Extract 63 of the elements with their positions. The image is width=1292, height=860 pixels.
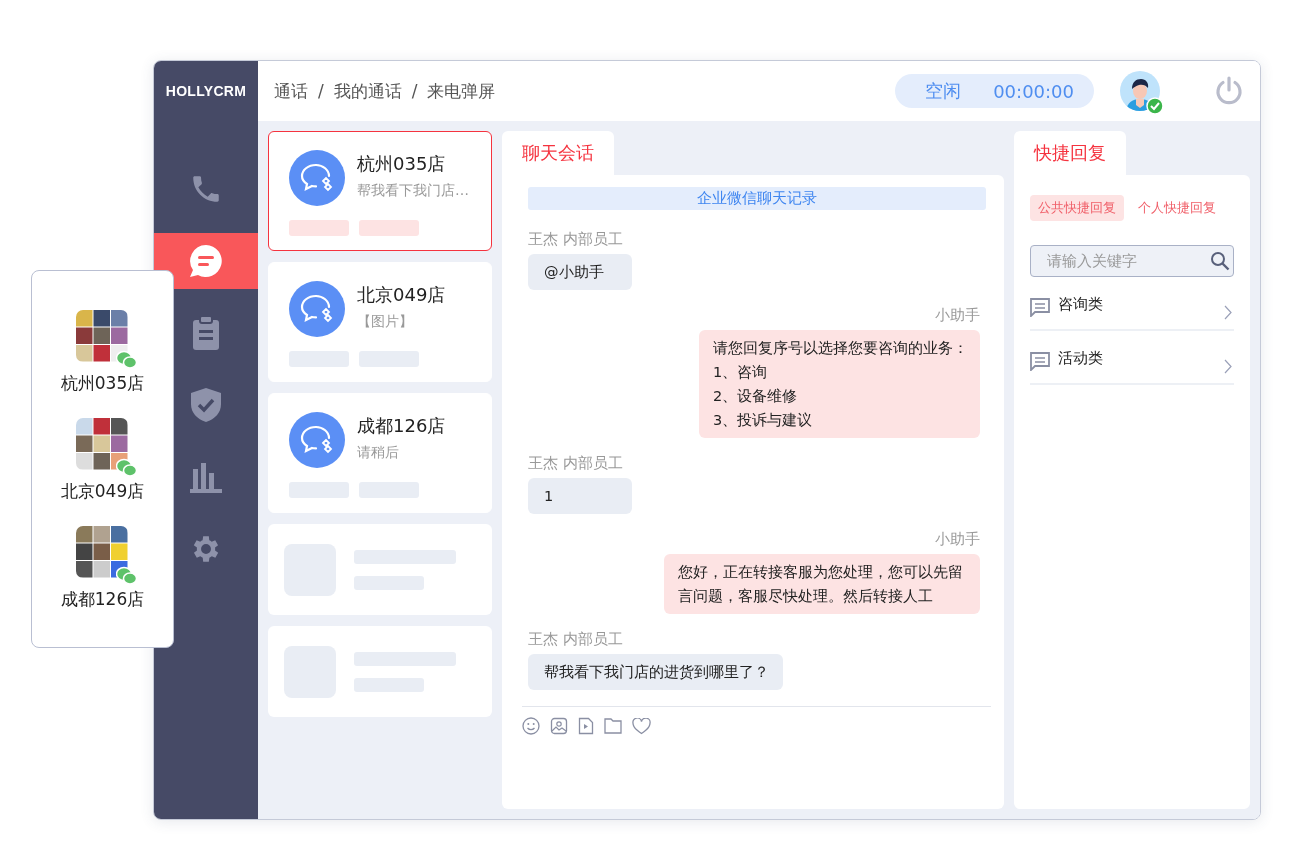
wechat-icon — [116, 458, 139, 478]
contact-name: 杭州035店 — [357, 152, 447, 176]
message-bubble: 1 — [528, 478, 632, 514]
panel-tab[interactable]: 聊天会话 — [502, 131, 614, 175]
search-icon[interactable] — [1210, 251, 1230, 271]
emoji-icon[interactable] — [522, 717, 540, 735]
shield-check-icon — [191, 388, 221, 422]
chat-history-banner: 企业微信聊天记录 — [528, 187, 986, 210]
image-icon[interactable] — [550, 717, 568, 735]
chevron-right-icon — [1224, 358, 1232, 374]
group-name[interactable]: 北京049店 — [60, 480, 145, 503]
contact-card[interactable]: 北京049店 【图片】 — [268, 262, 492, 382]
power-icon[interactable] — [1214, 76, 1244, 106]
message-icon — [1030, 351, 1050, 371]
chevron-right-icon — [1224, 304, 1232, 320]
category-item[interactable]: 咨询类 — [1030, 285, 1234, 331]
group-name[interactable]: 成都126店 — [60, 588, 145, 611]
breadcrumb-item[interactable]: 通话 — [274, 79, 308, 103]
avatar-icon[interactable] — [1120, 71, 1160, 111]
status-label: 空闲 — [925, 79, 962, 103]
group-photo-placeholder — [76, 526, 129, 578]
contact-card[interactable]: 成都126店 请稍后 — [268, 393, 492, 513]
contact-name: 成都126店 — [357, 414, 446, 438]
call-timer: 00:00:00 — [993, 80, 1074, 102]
wechat-icon — [116, 350, 139, 370]
folder-icon[interactable] — [604, 718, 622, 734]
chat-bubble-icon — [289, 150, 345, 206]
breadcrumb-separator: / — [411, 81, 418, 101]
clipboard-icon — [190, 316, 222, 350]
message-preview: 请稍后 — [357, 444, 400, 462]
message-bubble: 请您回复序号以选择您要咨询的业务： 1、咨询 2、设备维修 3、投诉与建议 — [699, 330, 980, 438]
message-preview: 【图片】 — [357, 313, 414, 331]
category-item[interactable]: 活动类 — [1030, 339, 1234, 385]
contact-name: 北京049店 — [357, 283, 446, 307]
sender-name: 小助手 — [935, 306, 980, 325]
logo-text: HOLLYCRM — [165, 83, 247, 99]
message-icon — [1030, 297, 1050, 317]
search-field[interactable]: 请输入关键字 — [1030, 245, 1234, 277]
tag-placeholder — [359, 220, 419, 236]
wechat-icon — [116, 566, 139, 586]
group-name[interactable]: 杭州035店 — [60, 372, 145, 395]
breadcrumb-item[interactable]: 我的通话 — [333, 79, 402, 103]
sender-name: 王杰 内部员工 — [528, 230, 623, 249]
breadcrumb-item[interactable]: 来电弹屏 — [427, 79, 496, 103]
message-bubble: @小助手 — [528, 254, 632, 290]
group-photo-placeholder — [76, 310, 129, 362]
sender-name: 小助手 — [935, 530, 980, 549]
tag-placeholder — [289, 220, 349, 236]
sender-name: 王杰 内部员工 — [528, 454, 623, 473]
message-preview: 帮我看下我门店… — [357, 182, 469, 200]
chat-bubble-icon — [289, 412, 345, 468]
group-photo-placeholder — [76, 418, 129, 470]
video-file-icon[interactable] — [578, 717, 594, 735]
chat-bubble-icon — [289, 281, 345, 337]
message-bubble: 您好，正在转接客服为您处理，您可以先留言问题，客服尽快处理。然后转接人工 — [664, 554, 980, 614]
breadcrumb-separator: / — [318, 81, 324, 101]
message-bubble: 帮我看下我门店的进货到哪里了？ — [528, 654, 783, 690]
chat-icon — [188, 243, 224, 279]
contact-card[interactable]: 杭州035店 帮我看下我门店… — [268, 131, 492, 251]
bar-chart-icon — [190, 461, 222, 493]
sender-name: 王杰 内部员工 — [528, 630, 623, 649]
heart-icon[interactable] — [632, 717, 651, 735]
panel-tab[interactable]: 快捷回复 — [1014, 131, 1126, 175]
